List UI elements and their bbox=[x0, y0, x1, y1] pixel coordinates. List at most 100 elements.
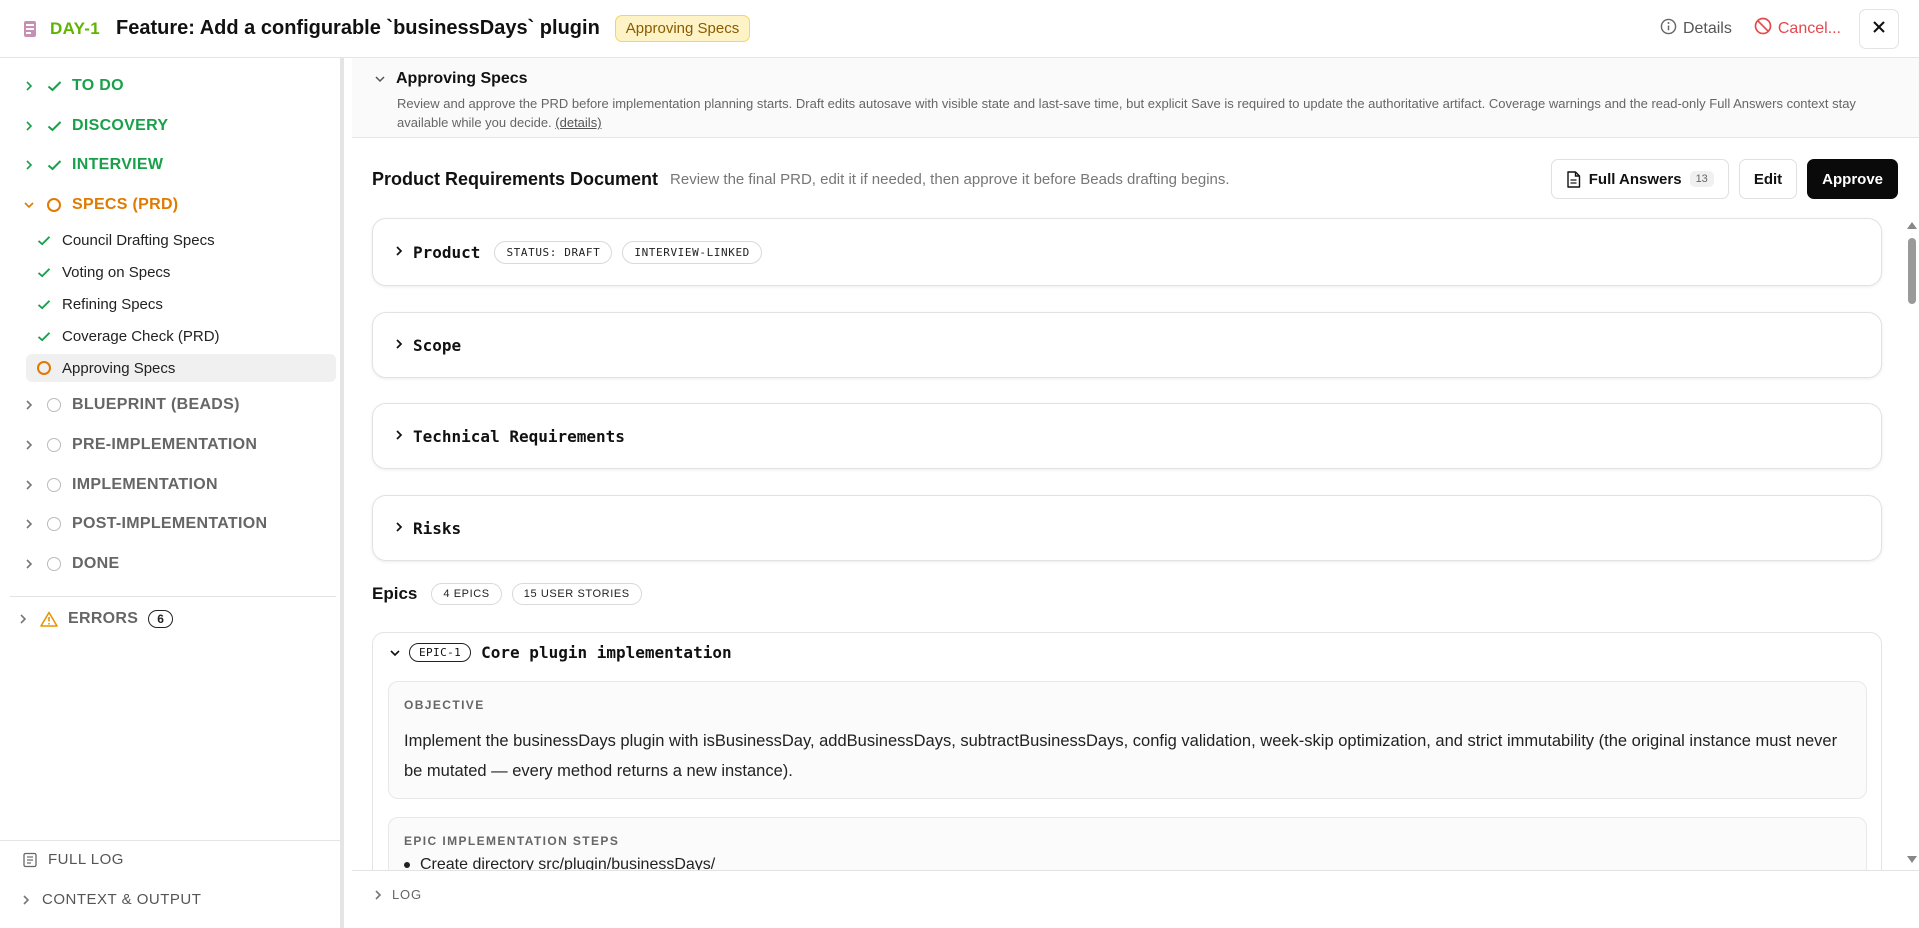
section-product[interactable]: Product STATUS: DRAFT INTERVIEW-LINKED bbox=[372, 218, 1882, 286]
full-answers-count: 13 bbox=[1689, 171, 1714, 187]
info-icon bbox=[1660, 18, 1677, 40]
section-name: Product bbox=[413, 242, 481, 262]
details-button[interactable]: Details bbox=[1660, 18, 1732, 40]
phase-done[interactable]: DONE bbox=[22, 552, 119, 576]
stage-title: Approving Specs bbox=[396, 70, 528, 87]
phase-label: TO DO bbox=[72, 77, 124, 94]
warning-icon bbox=[40, 611, 58, 627]
full-log-button[interactable]: FULL LOG bbox=[22, 851, 124, 868]
check-icon bbox=[36, 232, 52, 248]
epics-header: Epics 4 EPICS 15 USER STORIES bbox=[372, 583, 642, 605]
chevron-right-icon bbox=[22, 894, 30, 906]
status-tag: STATUS: DRAFT bbox=[494, 240, 613, 264]
stage-toggle[interactable]: Approving Specs bbox=[374, 70, 528, 88]
phase-discovery[interactable]: DISCOVERY bbox=[22, 114, 168, 138]
phase-blueprint[interactable]: BLUEPRINT (BEADS) bbox=[22, 393, 240, 417]
chevron-right-icon bbox=[22, 479, 36, 491]
phase-todo[interactable]: TO DO bbox=[22, 74, 124, 98]
chevron-right-icon bbox=[395, 520, 403, 537]
phase-label: POST-IMPLEMENTATION bbox=[72, 515, 268, 532]
story-count-tag: 15 USER STORIES bbox=[511, 583, 642, 605]
document-header: Product Requirements Document Review the… bbox=[372, 158, 1898, 200]
empty-circle-icon bbox=[46, 437, 62, 453]
substep-label: Refining Specs bbox=[62, 295, 163, 313]
objective-label: OBJECTIVE bbox=[404, 698, 485, 712]
close-icon bbox=[1871, 19, 1887, 39]
chevron-right-icon bbox=[22, 439, 36, 451]
epic-id-badge: EPIC-1 bbox=[409, 643, 472, 662]
log-list-icon bbox=[22, 852, 38, 868]
substep-voting[interactable]: Voting on Specs bbox=[26, 258, 336, 286]
substep-refining[interactable]: Refining Specs bbox=[26, 290, 336, 318]
close-button[interactable] bbox=[1859, 8, 1899, 49]
chevron-right-icon bbox=[22, 518, 36, 530]
document-title: Product Requirements Document bbox=[372, 168, 659, 189]
chevron-right-icon bbox=[16, 613, 30, 625]
phase-label: DONE bbox=[72, 555, 120, 572]
scroll-up-icon[interactable] bbox=[1907, 222, 1917, 229]
phase-label: INTERVIEW bbox=[72, 156, 164, 173]
chevron-right-icon bbox=[395, 244, 403, 261]
log-panel: LOG bbox=[352, 870, 1919, 928]
empty-circle-icon bbox=[46, 556, 62, 572]
phase-implementation[interactable]: IMPLEMENTATION bbox=[22, 473, 218, 497]
approve-button[interactable]: Approve bbox=[1807, 159, 1898, 199]
steps-label: EPIC IMPLEMENTATION STEPS bbox=[404, 834, 620, 848]
section-scope[interactable]: Scope bbox=[372, 312, 1882, 378]
stage-description: Review and approve the PRD before implem… bbox=[397, 94, 1897, 132]
edit-button[interactable]: Edit bbox=[1738, 159, 1798, 199]
errors-count-badge: 6 bbox=[148, 610, 174, 628]
content-scrollbar[interactable] bbox=[1906, 220, 1918, 865]
full-log-label: FULL LOG bbox=[48, 851, 124, 868]
scroll-thumb[interactable] bbox=[1908, 238, 1916, 304]
document-icon bbox=[1566, 170, 1581, 188]
context-output-toggle[interactable]: CONTEXT & OUTPUT bbox=[22, 891, 201, 908]
ticket-id: DAY-1 bbox=[50, 18, 101, 38]
ban-icon bbox=[1754, 17, 1772, 40]
substep-council-drafting[interactable]: Council Drafting Specs bbox=[26, 226, 336, 254]
check-icon bbox=[36, 264, 52, 280]
empty-circle-icon bbox=[46, 516, 62, 532]
full-answers-button[interactable]: Full Answers 13 bbox=[1550, 159, 1729, 199]
chevron-right-icon bbox=[22, 120, 36, 132]
substep-coverage-check[interactable]: Coverage Check (PRD) bbox=[26, 322, 336, 350]
substep-label: Voting on Specs bbox=[62, 263, 171, 281]
section-risks[interactable]: Risks bbox=[372, 495, 1882, 561]
chevron-down-icon bbox=[22, 201, 36, 209]
details-link[interactable]: (details) bbox=[555, 115, 601, 130]
phase-label: IMPLEMENTATION bbox=[72, 476, 218, 493]
section-technical-requirements[interactable]: Technical Requirements bbox=[372, 403, 1882, 469]
check-icon bbox=[46, 118, 62, 134]
substep-approving[interactable]: Approving Specs bbox=[26, 354, 336, 382]
top-header: DAY-1 Feature: Add a configurable `busin… bbox=[0, 0, 1919, 58]
main-panel: Approving Specs Review and approve the P… bbox=[352, 58, 1919, 928]
errors-toggle[interactable]: ERRORS 6 bbox=[16, 607, 174, 631]
full-answers-label: Full Answers bbox=[1588, 170, 1682, 188]
phase-label: BLUEPRINT (BEADS) bbox=[72, 396, 240, 413]
details-label: Details bbox=[1682, 19, 1732, 37]
check-icon bbox=[36, 296, 52, 312]
epics-label: Epics bbox=[372, 584, 418, 603]
cancel-label: Cancel... bbox=[1777, 19, 1841, 37]
section-name: Risks bbox=[413, 518, 462, 538]
phase-pre-implementation[interactable]: PRE-IMPLEMENTATION bbox=[22, 433, 257, 457]
phase-post-implementation[interactable]: POST-IMPLEMENTATION bbox=[22, 512, 267, 536]
status-badge: Approving Specs bbox=[614, 15, 751, 42]
phase-interview[interactable]: INTERVIEW bbox=[22, 153, 163, 177]
log-toggle[interactable]: LOG bbox=[374, 887, 422, 902]
document-subtitle: Review the final PRD, edit it if needed,… bbox=[670, 170, 1230, 188]
sidebar-divider bbox=[10, 596, 336, 597]
epic-toggle[interactable]: EPIC-1 Core plugin implementation bbox=[389, 643, 732, 662]
stage-header: Approving Specs Review and approve the P… bbox=[352, 58, 1919, 138]
scroll-down-icon[interactable] bbox=[1907, 856, 1917, 863]
phase-specs[interactable]: SPECS (PRD) bbox=[22, 193, 178, 217]
phase-label: PRE-IMPLEMENTATION bbox=[72, 436, 258, 453]
cancel-button[interactable]: Cancel... bbox=[1754, 17, 1841, 40]
chevron-down-icon bbox=[374, 70, 386, 88]
check-icon bbox=[46, 157, 62, 173]
chevron-right-icon bbox=[374, 889, 382, 901]
substep-label: Coverage Check (PRD) bbox=[62, 327, 220, 345]
chevron-right-icon bbox=[22, 80, 36, 92]
stage-description-text: Review and approve the PRD before implem… bbox=[397, 96, 1856, 130]
chevron-down-icon bbox=[389, 644, 401, 661]
